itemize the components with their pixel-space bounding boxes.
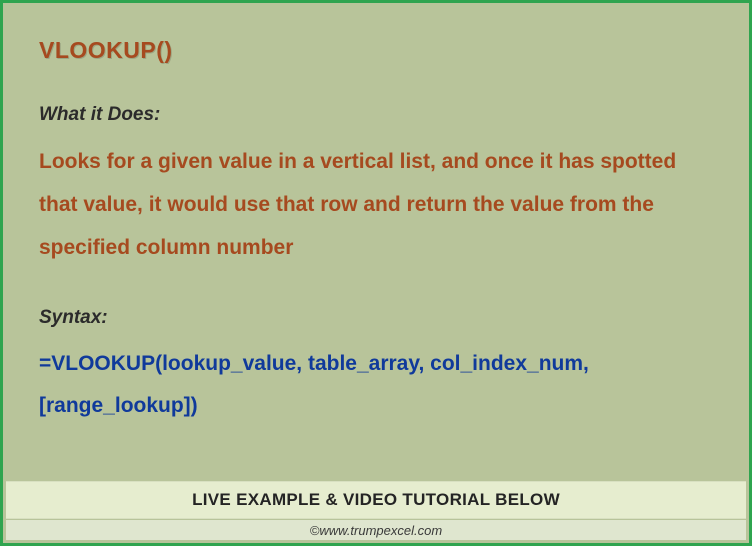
content-area: VLOOKUP() What it Does: Looks for a give… <box>3 3 749 445</box>
syntax-label: Syntax: <box>39 307 713 329</box>
what-it-does-label: What it Does: <box>39 104 713 126</box>
credit-line: ©www.trumpexcel.com <box>6 520 746 540</box>
syntax-text: =VLOOKUP(lookup_value, table_array, col_… <box>39 343 713 427</box>
live-example-banner: LIVE EXAMPLE & VIDEO TUTORIAL BELOW <box>6 481 746 519</box>
what-it-does-text: Looks for a given value in a vertical li… <box>39 140 713 269</box>
info-card: VLOOKUP() What it Does: Looks for a give… <box>0 0 752 546</box>
function-title: VLOOKUP() <box>39 37 713 64</box>
